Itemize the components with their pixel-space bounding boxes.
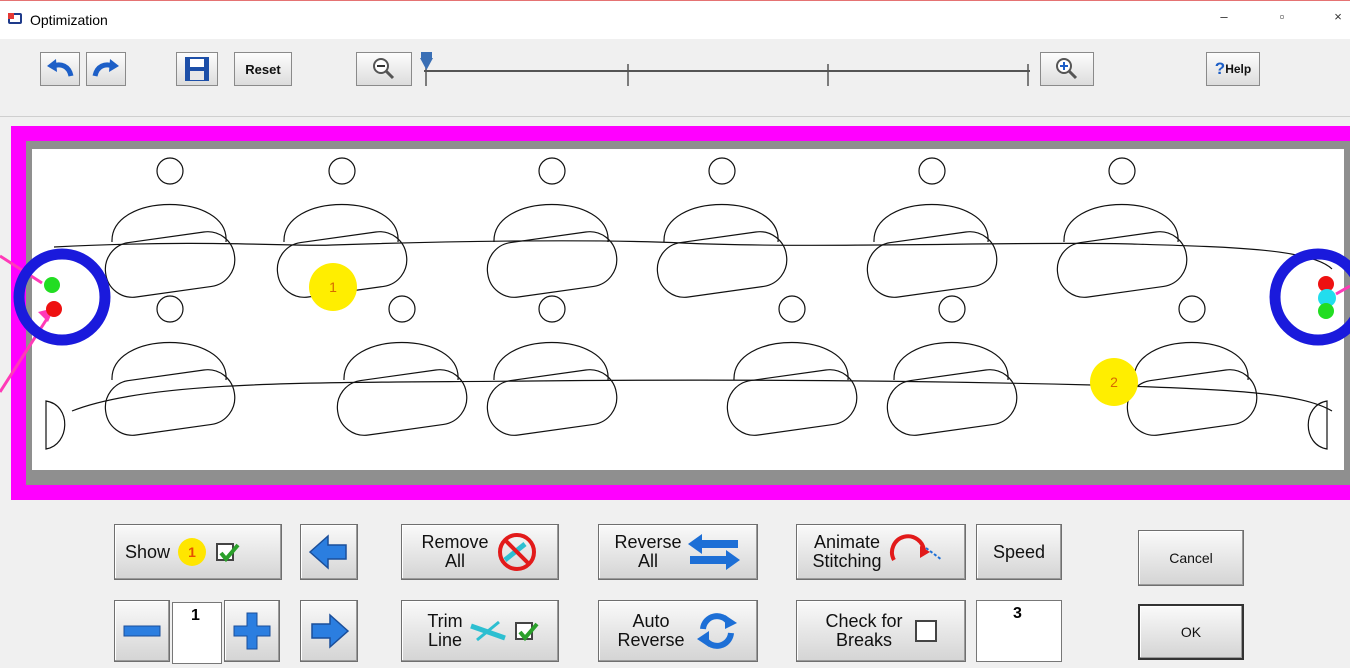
hat-brim [866,231,998,298]
hat-brim [486,369,618,436]
decrease-button[interactable] [114,600,170,662]
hat-pompom [538,157,566,185]
undo-button[interactable] [40,52,80,86]
minus-icon [123,625,161,637]
auto-reverse-icon [696,613,737,649]
auto-reverse-label: Auto Reverse [617,611,685,650]
title-bar: Optimization – ▫ × [0,0,1350,39]
toolbar-divider [0,116,1350,117]
hat-pompom [708,157,736,185]
zoom-in-button[interactable] [1040,52,1094,86]
hat-pompom [388,295,416,323]
help-button[interactable]: ? Help [1206,52,1260,86]
hat-pompom [156,295,184,323]
sequence-marker-1[interactable]: 1 [309,263,357,311]
animate-label: Animate Stitching [812,532,882,571]
end-cap-left [45,400,66,450]
restore-button[interactable]: ▫ [1272,9,1292,24]
remove-all-button[interactable]: Remove All [401,524,559,580]
hat-brim [726,369,858,436]
help-icon: ? [1214,59,1226,78]
redo-button[interactable] [86,52,126,86]
hat-brim [886,369,1018,436]
help-label: Help [1225,62,1252,76]
hat-brim [336,369,468,436]
hat-brim [104,231,236,298]
speed-button[interactable]: Speed [976,524,1062,580]
undo-icon [47,59,74,77]
arrow-left-icon [308,534,347,570]
trim-line-checkbox[interactable] [514,622,539,642]
trim-icon [469,620,506,642]
sequence-marker-2[interactable]: 2 [1090,358,1138,406]
remove-all-label: Remove All [421,532,489,571]
plus-icon [233,612,271,650]
zoom-out-button[interactable] [356,52,412,86]
app-icon [8,13,22,24]
trim-line-label: Trim Line [427,611,463,650]
hat-pompom [778,295,806,323]
zoom-in-icon [1056,58,1078,80]
sequence-number-icon: 1 [178,538,207,566]
close-button[interactable]: × [1328,9,1348,24]
window-title: Optimization [30,12,108,28]
check-breaks-label: Check for Breaks [825,611,903,650]
step-value-field[interactable]: 1 [172,602,222,664]
auto-reverse-button[interactable]: Auto Reverse [598,600,758,662]
hat-pompom [918,157,946,185]
check-for-breaks-button[interactable]: Check for Breaks [796,600,966,662]
check-breaks-checkbox[interactable] [914,620,937,642]
show-checkbox[interactable] [216,543,240,563]
stitch-line-bottom [71,379,1333,412]
hat-pompom [938,295,966,323]
show-label: Show [125,541,171,562]
arrow-right-icon [311,613,350,649]
hat-pompom [328,157,356,185]
save-button[interactable] [176,52,218,86]
reverse-all-label: Reverse All [614,532,682,571]
reverse-all-button[interactable]: Reverse All [598,524,758,580]
hat-pompom [156,157,184,185]
minimize-button[interactable]: – [1214,9,1234,24]
hat-pompom [1178,295,1206,323]
redo-icon [92,59,119,77]
hat-brim [104,369,236,436]
hat-brim [656,231,788,298]
previous-button[interactable] [300,524,358,580]
trim-line-button[interactable]: Trim Line [401,600,559,662]
animate-icon [889,534,943,561]
hat-brim [486,231,618,298]
reverse-arrows-icon [687,534,740,570]
animate-stitching-button[interactable]: Animate Stitching [796,524,966,580]
end-cap-right [1307,400,1328,450]
speed-label: Speed [992,541,1046,562]
stitch-line-top [53,240,1333,270]
save-icon [185,57,209,81]
reset-button[interactable]: Reset [234,52,292,86]
no-remove-icon [497,533,536,571]
hat-pompom [538,295,566,323]
ok-button[interactable]: OK [1138,604,1244,660]
zoom-out-icon [373,58,395,80]
next-button[interactable] [300,600,358,662]
speed-value-field[interactable]: 3 [976,600,1062,662]
hat-brim [1056,231,1188,298]
hat-brim [1126,369,1258,436]
hat-pompom [1108,157,1136,185]
design-canvas[interactable] [32,149,1344,470]
show-sequence-button[interactable]: Show 1 [114,524,282,580]
zoom-slider[interactable] [418,52,1038,92]
increase-button[interactable] [224,600,280,662]
zoom-slider-thumb[interactable] [420,52,433,70]
toolbar: Reset ? Help [0,38,1350,106]
cancel-button[interactable]: Cancel [1138,530,1244,586]
